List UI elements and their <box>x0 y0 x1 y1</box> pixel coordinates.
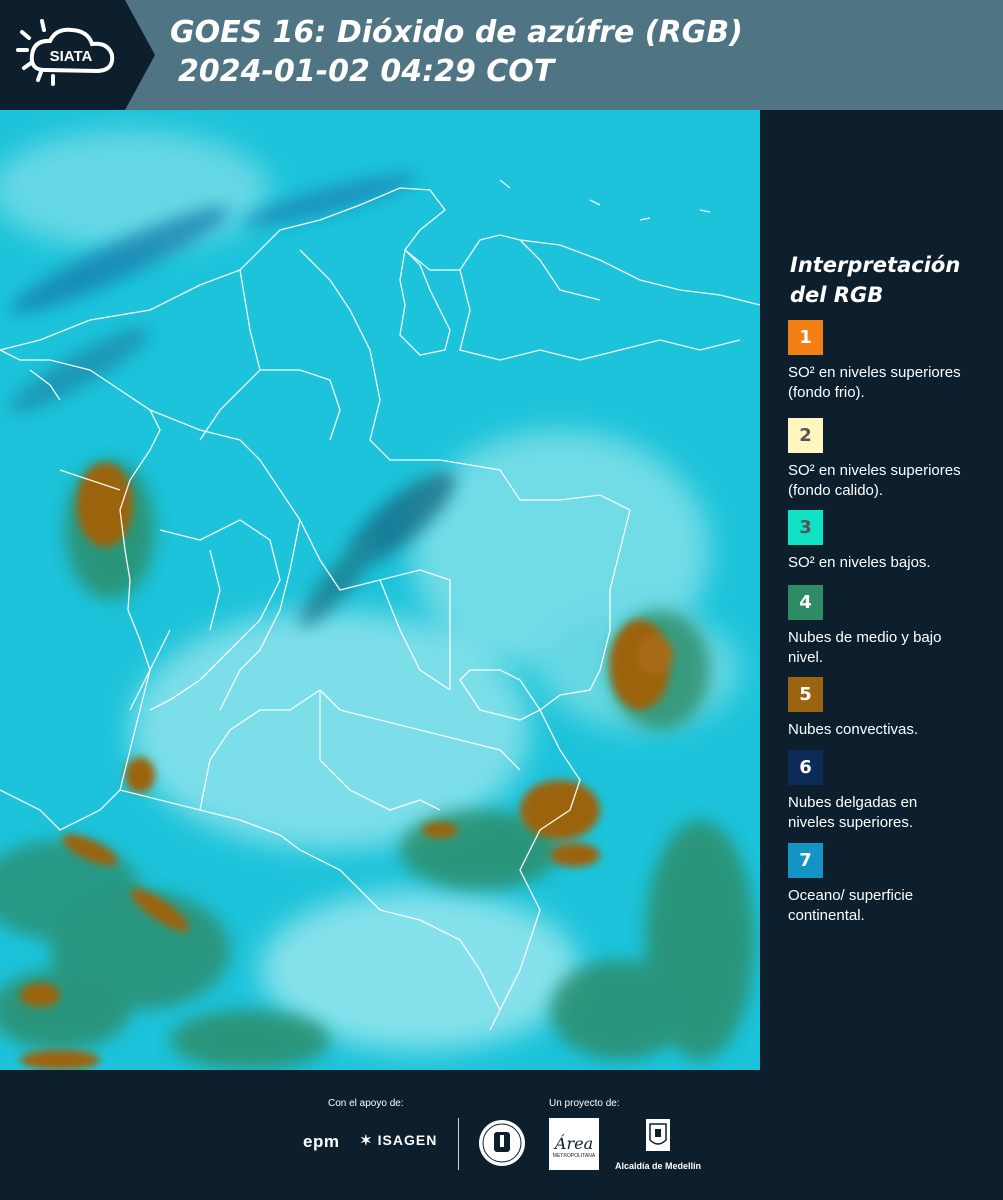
legend-item-4: 4 Nubes de medio y bajo nivel. <box>788 585 988 668</box>
header-bar: SIATA GOES 16: Dióxido de azúfre (RGB) 2… <box>0 0 1003 110</box>
legend-desc-7: Oceano/ superficie continental. <box>788 887 914 924</box>
legend-swatch-2: 2 <box>788 418 823 453</box>
legend-swatch-5: 5 <box>788 677 823 712</box>
alcaldia-shield-icon <box>646 1119 670 1151</box>
satellite-map[interactable] <box>0 110 760 1070</box>
legend-panel: Interpretación del RGB 1 SO² en niveles … <box>760 110 1003 1070</box>
legend-swatch-6: 6 <box>788 750 823 785</box>
legend-item-6: 6 Nubes delgadas en niveles superiores. <box>788 750 988 833</box>
legend-item-2: 2 SO² en niveles superiores (fondo calid… <box>788 418 988 501</box>
legend-swatch-3: 3 <box>788 510 823 545</box>
legend-swatch-1: 1 <box>788 320 823 355</box>
legend-item-3: 3 SO² en niveles bajos. <box>788 510 988 573</box>
area-logo-caption: METROPOLITANA <box>552 1153 596 1159</box>
project-label: Un proyecto de: <box>549 1098 620 1109</box>
legend-desc-5: Nubes convectivas. <box>788 721 919 738</box>
satellite-map-image <box>0 110 760 1070</box>
medellin-seal-icon <box>479 1120 525 1166</box>
footer: Con el apoyo de: Un proyecto de: epm ✶ I… <box>0 1070 1003 1200</box>
legend-desc-6: Nubes delgadas en niveles superiores. <box>788 794 918 831</box>
isagen-logo: ✶ ISAGEN <box>360 1132 437 1149</box>
siata-logo: SIATA <box>0 0 155 110</box>
legend-desc-1: SO² en niveles superiores (fondo frio). <box>788 364 961 401</box>
page-title: GOES 16: Dióxido de azúfre (RGB) <box>170 15 743 50</box>
isagen-star-icon: ✶ <box>360 1132 373 1148</box>
alcaldia-medellin-logo: Alcaldía de Medellín <box>613 1118 703 1171</box>
alcaldia-name: Alcaldía de Medellín <box>614 1161 702 1171</box>
support-label: Con el apoyo de: <box>328 1098 404 1109</box>
legend-swatch-7: 7 <box>788 843 823 878</box>
area-metropolitana-logo: Área METROPOLITANA <box>549 1118 599 1170</box>
legend-item-1: 1 SO² en niveles superiores (fondo frio)… <box>788 320 988 403</box>
legend-swatch-4: 4 <box>788 585 823 620</box>
page-subtitle-timestamp: 2024-01-02 04:29 COT <box>178 54 555 89</box>
legend-item-7: 7 Oceano/ superficie continental. <box>788 843 988 926</box>
legend-desc-2: SO² en niveles superiores (fondo calido)… <box>788 462 961 499</box>
legend-desc-4: Nubes de medio y bajo nivel. <box>788 629 942 666</box>
footer-divider <box>458 1118 459 1170</box>
legend-title: Interpretación del RGB <box>790 253 961 307</box>
epm-logo: epm <box>303 1132 340 1151</box>
area-logo-text: Área <box>554 1134 594 1153</box>
legend-desc-3: SO² en niveles bajos. <box>788 554 931 571</box>
siata-logo-text: SIATA <box>50 48 93 65</box>
isagen-logo-text: ISAGEN <box>377 1132 438 1148</box>
legend-item-5: 5 Nubes convectivas. <box>788 677 988 740</box>
